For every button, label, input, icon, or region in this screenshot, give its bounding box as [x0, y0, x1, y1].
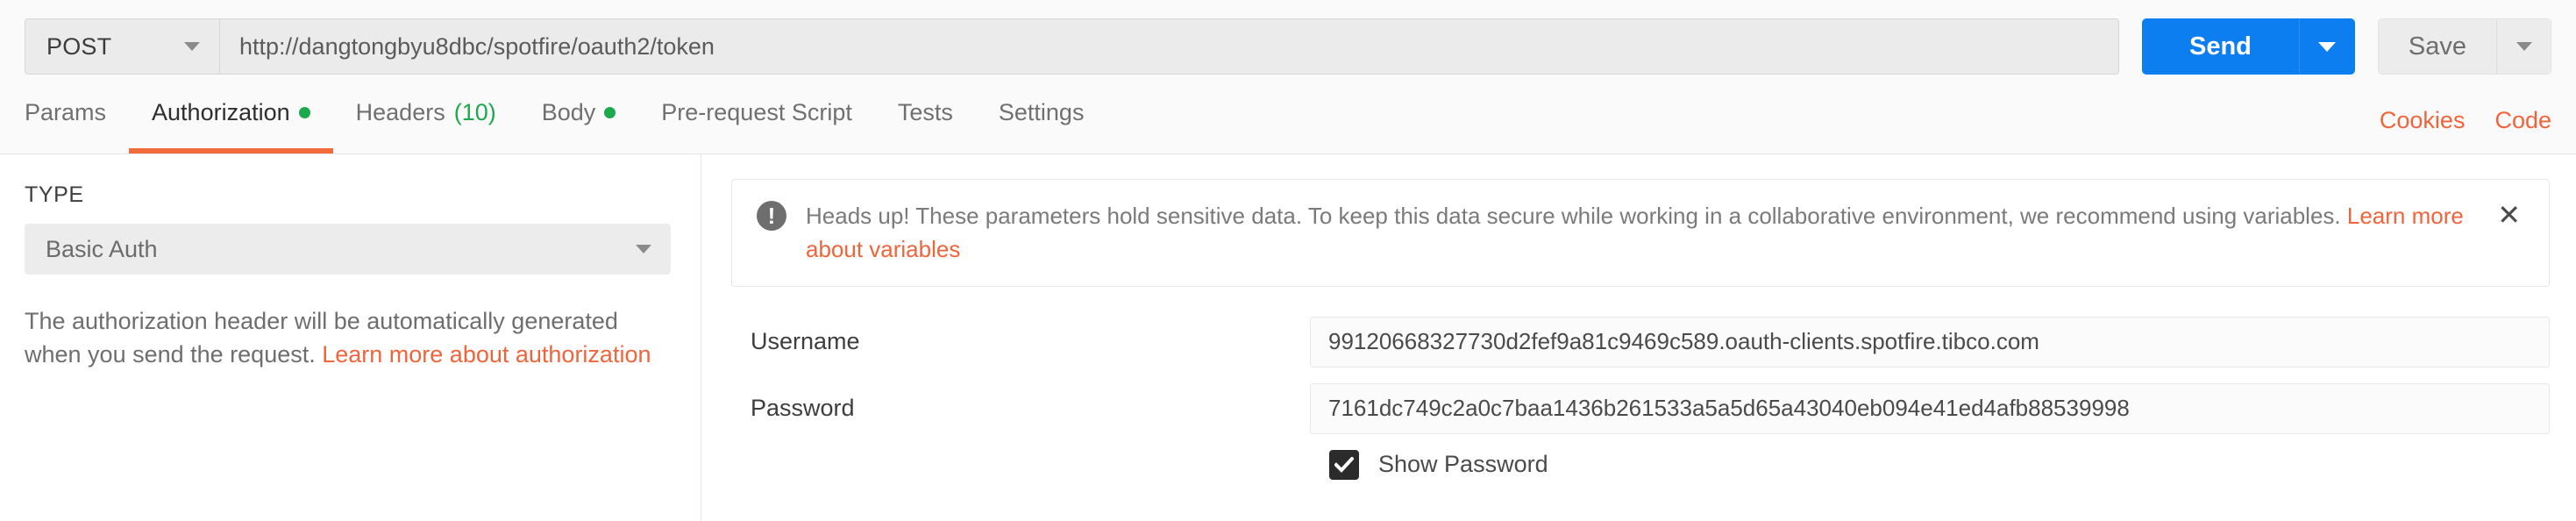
tab-label: Headers: [355, 99, 445, 125]
tab-headers[interactable]: Headers (10): [333, 91, 519, 153]
auth-credentials-panel: ! Heads up! These parameters hold sensit…: [701, 154, 2576, 521]
tab-bar-links: Cookies Code: [2380, 107, 2551, 153]
auth-help-link[interactable]: Learn more about authorization: [322, 341, 651, 368]
save-button-group: Save: [2377, 18, 2551, 75]
tab-tests[interactable]: Tests: [875, 91, 976, 153]
username-label: Username: [751, 328, 860, 355]
tab-label: Pre-request Script: [661, 99, 852, 125]
send-button-group: Send: [2141, 18, 2355, 75]
http-method-value: POST: [46, 32, 112, 60]
tab-settings[interactable]: Settings: [976, 91, 1107, 153]
password-row: Password 7161dc749c2a0c7baa1436b261533a5…: [731, 382, 2550, 434]
status-dot-icon: [604, 107, 616, 118]
auth-help-text: The authorization header will be automat…: [25, 304, 671, 372]
type-section-label: TYPE: [25, 182, 84, 207]
password-label: Password: [751, 395, 855, 422]
cookies-link[interactable]: Cookies: [2380, 107, 2466, 134]
credential-fields: Username 99120668327730d2fef9a81c9469c58…: [731, 316, 2550, 480]
request-tab-bar: Params Authorization Headers (10) Body P…: [0, 91, 2576, 154]
request-tabs: Params Authorization Headers (10) Body P…: [25, 91, 1107, 153]
url-input[interactable]: http://dangtongbyu8dbc/spotfire/oauth2/t…: [220, 19, 2118, 74]
tab-params[interactable]: Params: [25, 91, 129, 153]
chevron-down-icon: [184, 42, 200, 51]
sensitive-data-banner: ! Heads up! These parameters hold sensit…: [731, 179, 2550, 287]
banner-message-text: Heads up! These parameters hold sensitiv…: [806, 203, 2347, 229]
tab-body[interactable]: Body: [519, 91, 639, 153]
send-button[interactable]: Send: [2141, 18, 2299, 75]
alert-icon: !: [757, 201, 786, 231]
tab-label: Authorization: [152, 99, 290, 125]
code-link[interactable]: Code: [2494, 107, 2551, 134]
username-input[interactable]: 99120668327730d2fef9a81c9469c589.oauth-c…: [1310, 316, 2550, 368]
tab-label: Body: [541, 99, 596, 125]
authorization-panel: TYPE Basic Auth The authorization header…: [0, 154, 2576, 521]
send-options-button[interactable]: [2298, 18, 2355, 75]
auth-type-value: Basic Auth: [46, 235, 158, 262]
tab-label: Settings: [998, 99, 1085, 125]
show-password-row: Show Password: [731, 449, 2550, 480]
save-button[interactable]: Save: [2378, 19, 2496, 74]
http-method-select[interactable]: POST: [25, 19, 220, 74]
request-url-bar: POST http://dangtongbyu8dbc/spotfire/oau…: [0, 0, 2576, 91]
show-password-label[interactable]: Show Password: [1378, 451, 1548, 478]
banner-message: Heads up! These parameters hold sensitiv…: [806, 199, 2471, 267]
chevron-down-icon: [2516, 42, 2532, 51]
save-options-button[interactable]: [2496, 19, 2551, 74]
close-icon[interactable]: ✕: [2492, 199, 2526, 231]
headers-count-badge: (10): [453, 99, 496, 125]
chevron-down-icon: [636, 245, 651, 253]
tab-authorization[interactable]: Authorization: [129, 91, 333, 153]
auth-type-select[interactable]: Basic Auth: [25, 224, 671, 275]
method-url-group: POST http://dangtongbyu8dbc/spotfire/oau…: [25, 18, 2119, 75]
show-password-checkbox[interactable]: [1329, 449, 1359, 480]
tab-label: Tests: [897, 99, 953, 125]
password-input[interactable]: 7161dc749c2a0c7baa1436b261533a5a5d65a430…: [1310, 382, 2550, 434]
status-dot-icon: [298, 107, 310, 118]
chevron-down-icon: [2318, 41, 2337, 52]
tab-pre-request-script[interactable]: Pre-request Script: [638, 91, 875, 153]
username-row: Username 99120668327730d2fef9a81c9469c58…: [731, 316, 2550, 368]
checkmark-icon: [1334, 456, 1354, 473]
tab-label: Params: [25, 99, 107, 125]
auth-type-panel: TYPE Basic Auth The authorization header…: [0, 154, 701, 521]
